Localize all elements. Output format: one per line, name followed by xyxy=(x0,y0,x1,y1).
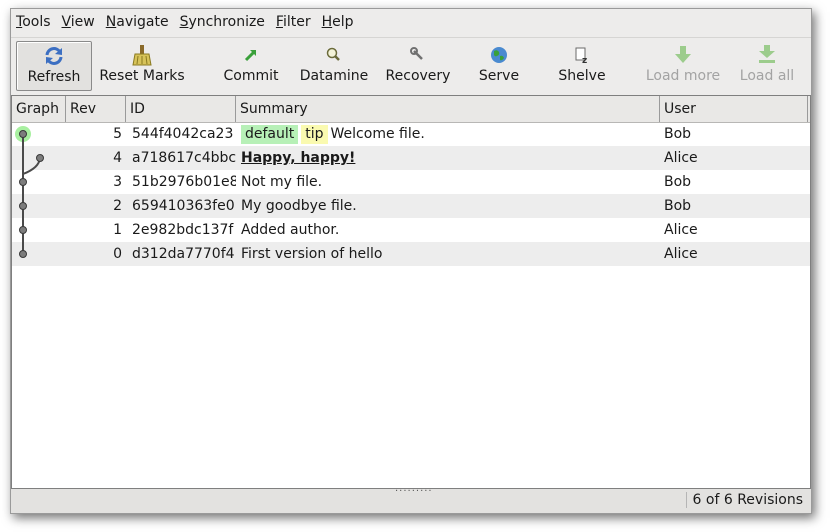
broom-icon xyxy=(132,45,152,66)
toolbar: Refresh Reset Marks Commit Datamine Reco… xyxy=(11,37,811,94)
commit-arrow-icon xyxy=(244,50,256,62)
app-window: Tools View Navigate Synchronize Filter H… xyxy=(10,8,812,514)
down-arrow-icon xyxy=(675,46,691,63)
load-more-button[interactable]: Load more xyxy=(645,41,721,89)
commit-button[interactable]: Commit xyxy=(219,41,283,89)
column-header-id[interactable]: ID xyxy=(126,96,236,122)
menubar: Tools View Navigate Synchronize Filter H… xyxy=(11,9,811,35)
table-row[interactable]: 1 2e982bdc137f Added author. Alice xyxy=(12,218,810,242)
menu-filter[interactable]: Filter xyxy=(271,9,317,35)
column-header-graph[interactable]: Graph xyxy=(12,96,66,122)
reset-marks-button[interactable]: Reset Marks xyxy=(99,41,185,89)
column-header-summary[interactable]: Summary xyxy=(236,96,660,122)
graph-node[interactable] xyxy=(19,178,27,186)
graph-node[interactable] xyxy=(19,250,27,258)
menu-synchronize[interactable]: Synchronize xyxy=(175,9,271,35)
graph-merge-edge xyxy=(22,157,41,182)
table-header: Graph Rev ID Summary User xyxy=(12,96,810,123)
statusbar: ········· 6 of 6 Revisions xyxy=(11,487,811,513)
branch-tag-default: default xyxy=(241,125,299,144)
refresh-icon xyxy=(45,47,63,65)
graph-node[interactable] xyxy=(19,202,27,210)
wrench-icon xyxy=(410,47,423,60)
graph-node[interactable] xyxy=(36,154,44,162)
table-row[interactable]: 2 659410363fe0 My goodbye file. Bob xyxy=(12,194,810,218)
magnifier-icon xyxy=(326,47,340,61)
revision-count-status: 6 of 6 Revisions xyxy=(685,492,803,508)
table-row[interactable]: 0 d312da7770f4 First version of hello Al… xyxy=(12,242,810,266)
refresh-button[interactable]: Refresh xyxy=(16,41,92,91)
datamine-button[interactable]: Datamine xyxy=(297,41,371,89)
column-header-rev[interactable]: Rev xyxy=(66,96,126,122)
menu-tools[interactable]: Tools xyxy=(11,9,57,35)
menu-navigate[interactable]: Navigate xyxy=(101,9,175,35)
revision-table[interactable]: Graph Rev ID Summary User 5 544f4042ca23… xyxy=(11,95,811,489)
recovery-button[interactable]: Recovery xyxy=(383,41,453,89)
column-header-user[interactable]: User xyxy=(660,96,808,122)
shelve-icon: z xyxy=(575,47,587,66)
shelve-button[interactable]: z Shelve xyxy=(551,41,613,89)
table-row[interactable]: 5 544f4042ca23 default tip Welcome file. B… xyxy=(12,122,810,146)
table-row[interactable]: 3 51b2976b01e8 Not my file. Bob xyxy=(12,170,810,194)
globe-icon xyxy=(491,47,507,63)
menu-view[interactable]: View xyxy=(57,9,101,35)
serve-button[interactable]: Serve xyxy=(473,41,525,89)
pane-resize-grip[interactable]: ········· xyxy=(395,487,433,497)
double-down-arrow-icon xyxy=(759,45,775,63)
revision-graph xyxy=(15,126,44,258)
graph-node[interactable] xyxy=(19,226,27,234)
svg-text:z: z xyxy=(582,56,587,66)
table-row[interactable]: 4 a718617c4bbc Happy, happy! Alice xyxy=(12,146,810,170)
graph-node[interactable] xyxy=(19,130,27,138)
tag-tip: tip xyxy=(301,125,328,144)
load-all-button[interactable]: Load all xyxy=(735,41,799,89)
menu-help[interactable]: Help xyxy=(317,9,360,35)
